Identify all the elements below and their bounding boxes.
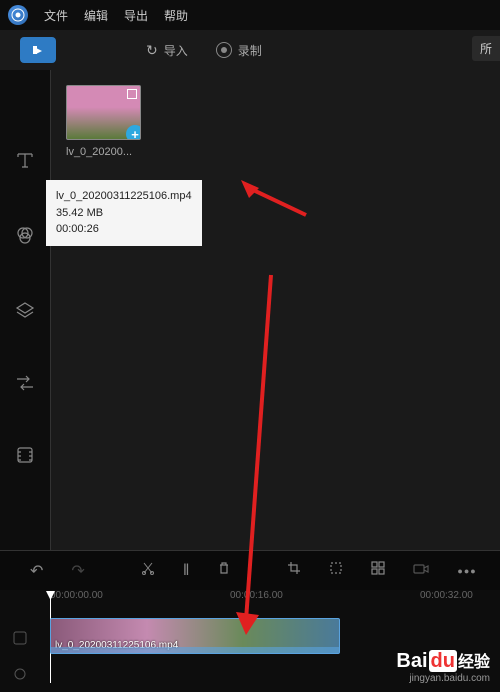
menu-help[interactable]: 帮助 [164, 7, 188, 24]
watermark-brand-prefix: Bai [396, 650, 427, 672]
time-mark: 00:00:00.00 [50, 590, 103, 601]
media-tooltip: lv_0_20200311225106.mp4 35.42 MB 00:00:2… [46, 180, 202, 246]
layers-icon[interactable] [15, 300, 35, 325]
audio-track-icon[interactable] [0, 664, 40, 684]
cut-tool-icon[interactable] [141, 561, 155, 580]
app-logo [8, 5, 28, 25]
clip-audio-waveform [51, 647, 339, 653]
record-icon[interactable] [216, 42, 232, 58]
frame-icon[interactable] [16, 446, 34, 469]
filter-effects-icon[interactable] [15, 225, 35, 250]
more-icon[interactable]: ●●● [457, 566, 476, 576]
watermark-brand-suffix: 经验 [458, 654, 490, 671]
menu-file[interactable]: 文件 [44, 7, 68, 24]
menu-edit[interactable]: 编辑 [84, 7, 108, 24]
tooltip-filesize: 35.42 MB [56, 205, 192, 222]
watermark-brand-mid: du [429, 650, 457, 672]
camera-icon[interactable] [413, 562, 429, 580]
menu-export[interactable]: 导出 [124, 7, 148, 24]
watermark-url: jingyan.baidu.com [396, 673, 490, 684]
annotation-arrow-2 [231, 270, 291, 640]
video-clip[interactable]: lv_0_20200311225106.mp4 [50, 618, 340, 654]
video-track-icon[interactable] [0, 618, 40, 658]
text-tool-icon[interactable] [15, 150, 35, 175]
grid-icon[interactable] [371, 561, 385, 580]
annotation-arrow-1 [241, 180, 311, 220]
import-button[interactable]: 导入 [164, 42, 188, 59]
tooltip-duration: 00:00:26 [56, 221, 192, 238]
select-icon[interactable] [329, 561, 343, 580]
filter-dropdown[interactable]: 所 [472, 36, 500, 61]
menu-bar: 文件 编辑 导出 帮助 [0, 0, 500, 30]
undo-icon[interactable]: ↶ [30, 561, 43, 581]
top-toolbar: ↻ 导入 录制 所 [0, 30, 500, 70]
media-folder-button[interactable] [20, 37, 56, 63]
left-sidebar [0, 70, 50, 550]
media-panel: + lv_0_20200... lv_0_20200311225106.mp4 … [50, 70, 500, 550]
time-mark: 00:00:32.00 [420, 590, 473, 601]
tooltip-filename: lv_0_20200311225106.mp4 [56, 188, 192, 205]
watermark: Baidu经验 jingyan.baidu.com [396, 648, 490, 684]
transition-icon[interactable] [15, 375, 35, 396]
delete-icon[interactable] [217, 561, 231, 580]
media-filename-label: lv_0_20200... [66, 146, 485, 158]
reload-icon[interactable]: ↻ [146, 42, 158, 59]
split-icon[interactable]: ‖ [183, 562, 190, 580]
record-button[interactable]: 录制 [238, 42, 262, 59]
add-to-timeline-icon[interactable]: + [126, 125, 141, 140]
media-thumbnail[interactable]: + [66, 85, 141, 140]
redo-icon[interactable]: ↷ [71, 561, 84, 581]
